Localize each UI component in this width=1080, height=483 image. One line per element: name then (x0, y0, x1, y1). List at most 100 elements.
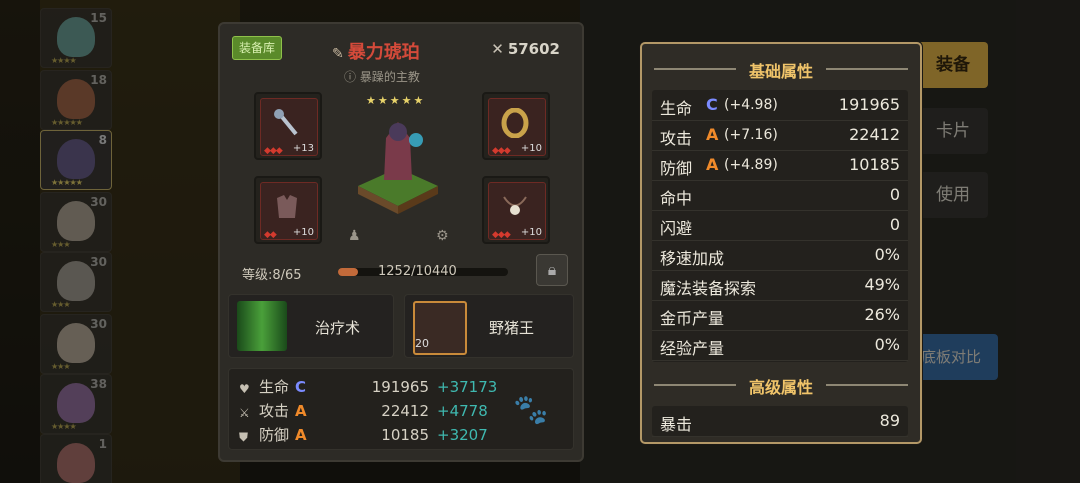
attr-value: 26% (864, 305, 900, 324)
attr-value: 0 (889, 215, 900, 234)
heal-skill-icon (237, 301, 287, 351)
basic-attrs-title: 基础属性 (642, 58, 920, 82)
attr-value: 0% (874, 335, 900, 354)
attr-value: 191965 (838, 95, 900, 114)
attr-growth: (+7.16) (724, 127, 778, 143)
attr-row: 经验产量 0% (652, 330, 908, 361)
sword-icon: ⚔ (239, 406, 250, 420)
paw-icon[interactable]: 🐾︎ (510, 391, 551, 429)
ring-icon (501, 108, 529, 138)
attr-row: 暴击 89 (652, 406, 908, 437)
attr-grade: A (706, 125, 719, 144)
equip-slot-weapon[interactable]: ◆◆◆ +13 (254, 92, 322, 160)
item-stars: ★★★★★ (366, 94, 426, 107)
level-label: 等级:8/65 (242, 268, 302, 283)
stat-grade: C (295, 378, 307, 396)
attr-row: 闪避 0 (652, 210, 908, 241)
item-name[interactable]: ✎ 暴力琥珀 (332, 38, 420, 64)
pet-slot-icon[interactable]: ♟ (348, 228, 361, 244)
attr-growth: (+4.89) (724, 157, 778, 173)
gear-toggle-icon[interactable]: ⚙ (436, 228, 449, 244)
edit-pencil-icon[interactable]: ✎ (332, 46, 344, 62)
attr-value: 22412 (849, 125, 900, 144)
slot-plus: +10 (520, 227, 542, 238)
stat-grade: A (295, 426, 307, 444)
attr-row: 生命 C (+4.98) 191965 (652, 90, 908, 121)
slot-plus: +10 (520, 143, 542, 154)
armory-button[interactable]: 装备库 (232, 36, 283, 60)
staff-icon (274, 109, 298, 136)
basic-attrs-title-text: 基础属性 (748, 62, 813, 81)
equipment-panel: 装备库 ✎ 暴力琥珀 ⓘ 暴躁的主教 ✕ 57602 ★★★★★ ◆◆◆ +13 ◆… (218, 22, 584, 462)
stat-delta: +4778 (437, 402, 488, 420)
info-icon: ⓘ (344, 70, 360, 84)
title-divider (654, 68, 736, 70)
armor-icon (277, 195, 297, 218)
attr-row: 防御 A (+4.89) 10185 (652, 150, 908, 181)
attr-value: 89 (879, 411, 900, 430)
attr-label: 金币产量 (660, 309, 725, 328)
skill-card-heal[interactable]: 治疗术 (228, 294, 394, 358)
attr-label: 移速加成 (660, 249, 725, 268)
slot-rarity-dots: ◆◆◆ (492, 146, 511, 156)
slot-rarity-dots: ◆◆ (264, 230, 277, 240)
attr-value: 49% (864, 275, 900, 294)
attr-row: 攻击 A (+7.16) 22412 (652, 120, 908, 151)
item-subtitle: ⓘ 暴躁的主教 (344, 68, 420, 85)
advanced-attrs-list: 暴击 89 (652, 406, 908, 437)
attr-row: 魔法装备探索 49% (652, 270, 908, 301)
equip-slot-amulet[interactable]: ◆◆◆ +10 (482, 176, 550, 244)
stat-grade: A (295, 402, 307, 420)
lock-button[interactable]: 🔒︎ (536, 254, 568, 286)
item-subtitle-text: 暴躁的主教 (359, 70, 420, 84)
equip-slot-ring[interactable]: ◆◆◆ +10 (482, 92, 550, 160)
attr-value: 0% (874, 245, 900, 264)
power-value: 57602 (507, 40, 560, 58)
attr-grade: A (706, 155, 719, 174)
card-count-badge: 20 (415, 337, 429, 350)
stat-value: 22412 (381, 402, 429, 420)
advanced-attrs-title: 高级属性 (642, 374, 920, 398)
attr-label: 闪避 (660, 219, 693, 238)
basic-attrs-list: 生命 C (+4.98) 191965 攻击 A (+7.16) 22412 防御 A (+4.89… (652, 90, 908, 362)
attr-value: 10185 (849, 155, 900, 174)
stat-value: 191965 (371, 378, 429, 396)
attr-label: 魔法装备探索 (660, 279, 757, 298)
stat-delta: +3207 (437, 426, 488, 444)
item-name-text: 暴力琥珀 (347, 42, 420, 63)
attr-label: 经验产量 (660, 339, 725, 358)
title-divider (826, 68, 908, 70)
skill-name: 治疗术 (315, 319, 361, 337)
equip-slot-armor[interactable]: ◆◆ +10 (254, 176, 322, 244)
attr-label: 暴击 (660, 415, 693, 434)
attr-value: 0 (889, 185, 900, 204)
attr-row: 金币产量 26% (652, 300, 908, 331)
attribute-popup: 基础属性 生命 C (+4.98) 191965 攻击 A (+7.16) 22412 防御 A (… (640, 42, 922, 444)
stat-delta: +37173 (437, 378, 498, 396)
crossed-swords-icon: ✕ (491, 40, 504, 58)
slot-plus: +13 (292, 143, 314, 154)
attr-label: 攻击 (660, 129, 693, 148)
attr-row: 命中 0 (652, 180, 908, 211)
attr-grade: C (706, 95, 718, 114)
stat-value: 10185 (381, 426, 429, 444)
combat-power: ✕ 57602 (491, 40, 560, 58)
game-screen: 15 ★★★★ 18 ★★★★★ 8 ★★★★★ 30 ★★★ 30 ★★★ 30 ★★★ … (0, 0, 1080, 483)
advanced-attrs-title-text: 高级属性 (748, 378, 813, 397)
slot-rarity-dots: ◆◆◆ (264, 146, 283, 156)
title-divider (654, 384, 736, 386)
attr-label: 生命 (660, 99, 693, 118)
lock-icon: 🔒︎ (547, 260, 557, 279)
heart-icon: ♥ (239, 382, 250, 396)
slot-rarity-dots: ◆◆◆ (492, 230, 511, 240)
xp-bar-fill (338, 268, 359, 276)
amulet-icon (503, 196, 527, 215)
title-divider (826, 384, 908, 386)
attr-row: 移速加成 0% (652, 240, 908, 271)
slot-plus: +10 (292, 227, 314, 238)
skill-card-boar-king[interactable]: 20 野猪王 (404, 294, 574, 358)
xp-text: 1252/10440 (378, 264, 457, 279)
attr-label: 命中 (660, 189, 693, 208)
hero-preview (358, 122, 438, 214)
skill-name: 野猪王 (489, 319, 535, 337)
